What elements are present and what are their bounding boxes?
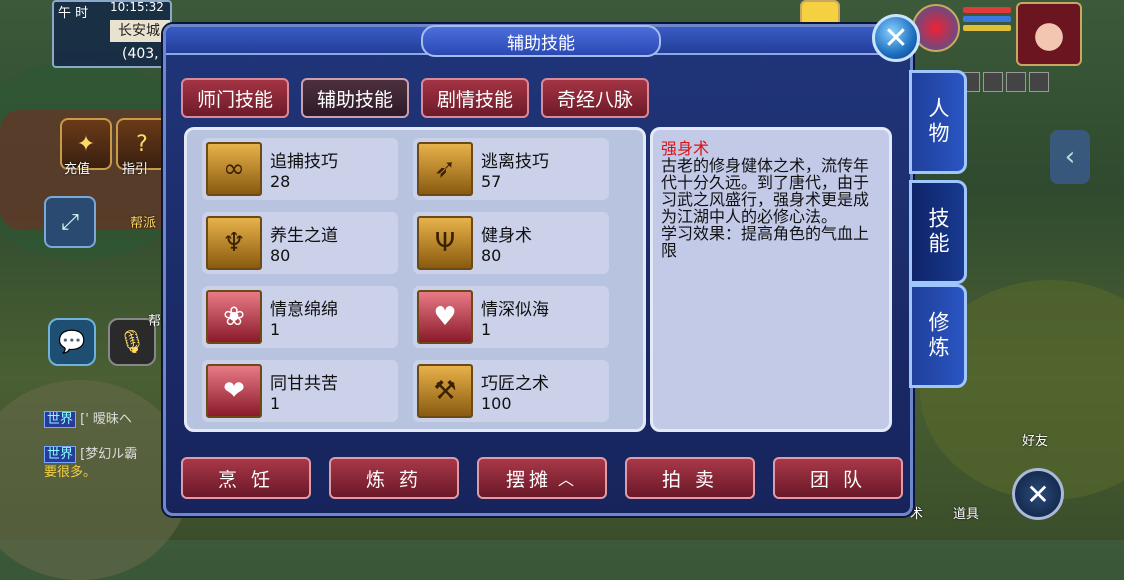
buff-icon [1029, 72, 1049, 92]
chat-line-2[interactable]: 世界 [梦幻ル霸 [44, 443, 138, 463]
team-button[interactable]: 团 队 [773, 457, 903, 499]
expand-icon: ⤢ [61, 209, 79, 235]
skill-level: 57 [481, 172, 502, 191]
question-icon: ? [136, 131, 148, 157]
tab-cultivation[interactable]: 修炼 [909, 284, 967, 388]
chat-channel: 世界 [44, 411, 77, 428]
guide-label: 指引 [122, 162, 149, 177]
skill-item[interactable]: ➶ 逃离技巧 57 [413, 138, 609, 200]
skill-tabs: 师门技能 辅助技能 剧情技能 奇经八脉 [181, 78, 650, 118]
chat-line-1[interactable]: 世界 [' 暧昧ヘ [44, 408, 132, 428]
skill-name: 情意绵绵 [270, 300, 338, 320]
menu-close-button[interactable]: ✕ [1012, 468, 1064, 520]
skill-name: 逃离技巧 [481, 152, 549, 172]
tab-assist-skills[interactable]: 辅助技能 [301, 78, 410, 118]
recharge-label: 充值 [64, 162, 91, 177]
chevron-left-icon: ‹ [1064, 142, 1076, 172]
expand-map-button[interactable]: ⤢ [44, 196, 96, 248]
close-icon: ✕ [883, 20, 909, 56]
skills-grid: ∞ 追捕技巧 28 ➶ 逃离技巧 57 ♆ 养生之道 80 Ψ 健身术 80 ❀… [184, 127, 646, 432]
skill-item[interactable]: ❤ 同甘共苦 1 [202, 360, 398, 422]
chevron-up-icon: ︿ [558, 470, 579, 489]
description-body: 古老的修身健体之术，流传年代十分久远。到了唐代，由于习武之风盛行，强身术更是成为… [661, 156, 870, 226]
skill-description: 强身术 古老的修身健体之术，流传年代十分久远。到了唐代，由于习武之风盛行，强身术… [650, 127, 892, 432]
stall-label: 摆摊 [505, 468, 552, 491]
buff-icon [1006, 72, 1026, 92]
panel-close-button[interactable]: ✕ [872, 14, 920, 62]
skill-name: 养生之道 [270, 226, 338, 246]
chat-button[interactable]: 💬 [48, 318, 96, 366]
affection-icon: ❀ [206, 290, 262, 344]
skill-level: 100 [481, 394, 512, 413]
skill-level: 1 [481, 320, 492, 339]
mp-bar [963, 16, 1011, 22]
description-title: 强身术 [661, 139, 710, 158]
skill-name: 追捕技巧 [270, 152, 338, 172]
close-icon: ✕ [1026, 477, 1050, 511]
exp-bar [963, 25, 1011, 31]
auction-button[interactable]: 拍 卖 [625, 457, 755, 499]
skill-item[interactable]: Ψ 健身术 80 [413, 212, 609, 274]
help-label: 帮 [148, 314, 162, 329]
player-bars [963, 4, 1013, 44]
skill-level: 80 [481, 246, 502, 265]
skill-level: 80 [270, 246, 291, 265]
tab-skills[interactable]: 技能 [909, 180, 967, 284]
time-label: 午 时 [58, 6, 89, 21]
stall-button[interactable]: 摆摊 ︿ [477, 457, 607, 499]
tab-meridians[interactable]: 奇经八脉 [541, 78, 650, 118]
chat-bubble-icon: 💬 [58, 329, 86, 355]
city-name[interactable]: 长安城 [110, 20, 170, 42]
craftsman-icon: ⚒ [417, 364, 473, 418]
status-effects [960, 72, 1049, 92]
skill-level: 1 [270, 320, 281, 339]
gang-label: 帮派 [130, 216, 157, 231]
fitness-icon: Ψ [417, 216, 473, 270]
health-icon: ♆ [206, 216, 262, 270]
skill-name: 巧匠之术 [481, 374, 549, 394]
share-hardship-icon: ❤ [206, 364, 262, 418]
skill-item[interactable]: ♥ 情深似海 1 [413, 286, 609, 348]
skill-name: 情深似海 [481, 300, 549, 320]
skill-name: 健身术 [481, 226, 532, 246]
cooking-button[interactable]: 烹 饪 [181, 457, 311, 499]
summon-avatar[interactable] [912, 4, 960, 52]
description-effect: 学习效果：提高角色的气血上限 [661, 224, 870, 260]
skill-item[interactable]: ∞ 追捕技巧 28 [202, 138, 398, 200]
panel-title: 辅助技能 [421, 25, 661, 57]
skill-name: 同甘共苦 [270, 374, 338, 394]
chat-text: [梦幻ル霸 [80, 447, 138, 462]
chat-text: [' 暧昧ヘ [80, 412, 132, 427]
player-avatar[interactable] [1016, 2, 1082, 66]
hp-bar [963, 7, 1011, 13]
chat-line-3: 要很多。 [44, 465, 97, 480]
gift-icon: ✦ [76, 131, 96, 157]
escape-icon: ➶ [417, 142, 473, 196]
alchemy-button[interactable]: 炼 药 [329, 457, 459, 499]
deep-love-icon: ♥ [417, 290, 473, 344]
tab-story-skills[interactable]: 剧情技能 [421, 78, 530, 118]
clock: 10:15:32 [110, 0, 164, 14]
skills-panel: 辅助技能 师门技能 辅助技能 剧情技能 奇经八脉 ∞ 追捕技巧 28 ➶ 逃离技… [163, 24, 913, 516]
tab-school-skills[interactable]: 师门技能 [181, 78, 290, 118]
tab-character[interactable]: 人物 [909, 70, 967, 174]
capture-icon: ∞ [206, 142, 262, 196]
bottom-actions: 烹 饪 炼 药 摆摊 ︿ 拍 卖 团 队 [181, 457, 903, 499]
skill-item[interactable]: ♆ 养生之道 80 [202, 212, 398, 274]
microphone-icon: 🎙 [118, 329, 146, 355]
buff-icon [983, 72, 1003, 92]
skill-item[interactable]: ⚒ 巧匠之术 100 [413, 360, 609, 422]
friends-label[interactable]: 好友 [1022, 430, 1048, 449]
collapse-button[interactable]: ‹ [1050, 130, 1090, 184]
skill-level: 1 [270, 394, 281, 413]
coordinates: (403, [122, 46, 159, 62]
skill-level: 28 [270, 172, 291, 191]
items-label[interactable]: 道具 [953, 503, 979, 522]
skill-item[interactable]: ❀ 情意绵绵 1 [202, 286, 398, 348]
